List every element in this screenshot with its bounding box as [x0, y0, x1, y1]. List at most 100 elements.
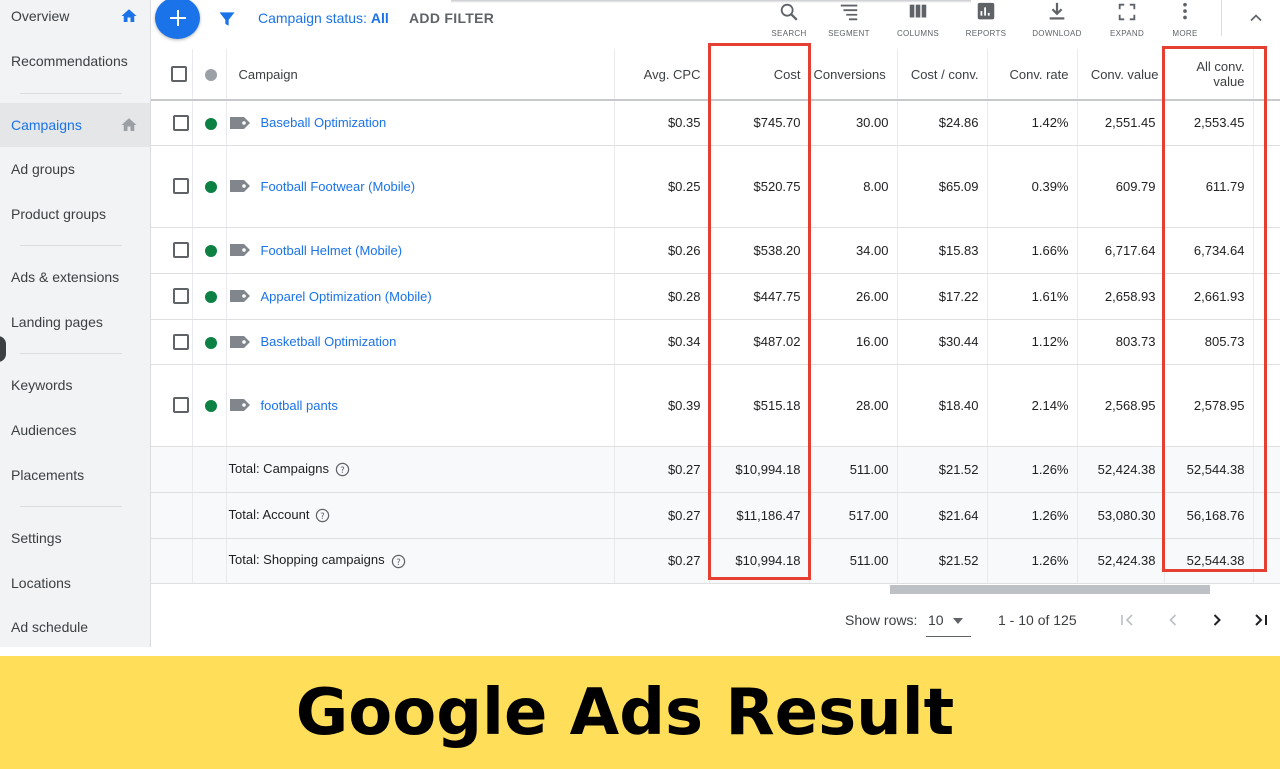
help-icon[interactable]: ?: [335, 462, 350, 477]
select-all-checkbox[interactable]: [171, 66, 187, 83]
sidebar-item-audiences[interactable]: Audiences: [0, 408, 150, 452]
campaign-cell: Football Helmet (Mobile): [226, 227, 615, 274]
enabled-status-dot[interactable]: [204, 245, 217, 258]
sidebar-item-recommendations[interactable]: Recommendations: [0, 39, 150, 83]
tool-label: REPORTS: [965, 29, 1007, 38]
enabled-status-dot[interactable]: [204, 181, 217, 194]
sidebar-item-label: Ad groups: [11, 161, 75, 177]
banner-title: Google Ads Result: [295, 675, 955, 750]
cost-per-conv-cell: $21.52: [897, 538, 988, 584]
sidebar-item-label: Landing pages: [11, 314, 103, 330]
enabled-status-dot[interactable]: [204, 117, 217, 130]
header-avg-cpc[interactable]: Avg. CPC: [614, 49, 710, 101]
header-conv-value[interactable]: Conv. value: [1077, 49, 1165, 101]
sidebar-item-ad-schedule[interactable]: Ad schedule: [0, 605, 150, 649]
sidebar-collapse-handle[interactable]: [0, 336, 6, 362]
row-checkbox[interactable]: [173, 178, 189, 195]
sidebar-item-label: Recommendations: [11, 53, 128, 69]
avg-cpc-cell: $0.28: [614, 273, 710, 320]
header-select-all[interactable]: [151, 49, 193, 101]
header-conversions[interactable]: Conversions: [809, 49, 898, 101]
row-checkbox[interactable]: [173, 288, 189, 305]
filter-icon[interactable]: [217, 9, 237, 29]
campaign-link[interactable]: Apparel Optimization (Mobile): [261, 289, 432, 304]
conversions-cell: 26.00: [809, 273, 898, 320]
campaign-cell: football pants: [226, 364, 615, 447]
tool-label: COLUMNS: [896, 29, 940, 38]
total-label: Total: Shopping campaigns: [228, 552, 385, 568]
campaign-link[interactable]: Basketball Optimization: [261, 334, 397, 349]
sidebar-divider: [20, 506, 122, 507]
campaign-link[interactable]: Football Helmet (Mobile): [261, 243, 403, 258]
sidebar-item-settings[interactable]: Settings: [0, 516, 150, 560]
first-page-icon[interactable]: [1117, 610, 1137, 630]
svg-text:?: ?: [396, 556, 400, 566]
campaign-status-filter[interactable]: Campaign status: All: [258, 10, 389, 26]
header-campaign[interactable]: Campaign: [226, 49, 615, 101]
conv-value-cell: 52,424.38: [1077, 538, 1165, 584]
enabled-status-dot[interactable]: [204, 291, 217, 304]
sidebar-item-label: Ads & extensions: [11, 269, 120, 285]
avg-cpc-cell: $0.26: [614, 227, 710, 274]
pagination-bar: Show rows: 10 1 - 10 of 125: [151, 594, 1280, 647]
sidebar-nav: Overview Recommendations Campaigns Ad gr…: [0, 0, 151, 647]
reports-icon: [977, 2, 995, 20]
conv-value-cell: 2,568.95: [1077, 364, 1165, 447]
expand-button[interactable]: EXPAND: [1095, 0, 1159, 40]
chevron-down-icon[interactable]: [953, 618, 963, 624]
download-button[interactable]: DOWNLOAD: [1025, 0, 1089, 40]
tool-label: SEARCH: [771, 29, 807, 38]
campaign-link[interactable]: Baseball Optimization: [261, 116, 387, 131]
enabled-status-dot[interactable]: [204, 400, 217, 413]
header-conv-rate[interactable]: Conv. rate: [987, 49, 1078, 101]
last-page-icon[interactable]: [1251, 610, 1271, 630]
add-campaign-button[interactable]: [155, 0, 200, 39]
empty-cell: [151, 492, 193, 539]
sidebar-item-campaigns[interactable]: Campaigns: [0, 103, 150, 147]
chevron-right-icon[interactable]: [1207, 610, 1227, 630]
columns-button[interactable]: COLUMNS: [886, 0, 950, 40]
sidebar-item-placements[interactable]: Placements: [0, 453, 150, 497]
search-button[interactable]: SEARCH: [757, 0, 821, 40]
chevron-left-icon[interactable]: [1163, 610, 1183, 630]
chevron-up-icon[interactable]: [1246, 8, 1266, 28]
reports-button[interactable]: REPORTS: [954, 0, 1018, 40]
add-filter-button[interactable]: ADD FILTER: [409, 10, 494, 26]
sidebar-item-label: Ad schedule: [11, 619, 89, 635]
sidebar-item-locations[interactable]: Locations: [0, 561, 150, 605]
tag-icon: [229, 244, 250, 257]
row-checkbox[interactable]: [173, 397, 189, 414]
sidebar-item-keywords[interactable]: Keywords: [0, 363, 150, 407]
select-cell: [151, 273, 193, 320]
cost-per-conv-cell: $21.64: [897, 492, 988, 539]
row-checkbox[interactable]: [173, 115, 189, 132]
empty-cell: [192, 446, 227, 493]
segment-button[interactable]: SEGMENT: [817, 0, 881, 40]
status-cell: [192, 364, 227, 447]
campaign-link[interactable]: football pants: [261, 398, 338, 413]
sidebar-item-landing-pages[interactable]: Landing pages: [0, 300, 150, 344]
total-label-cell: Total: Campaigns?: [226, 446, 615, 493]
header-cost-per-conv[interactable]: Cost / conv.: [897, 49, 988, 101]
help-icon[interactable]: ?: [315, 508, 330, 523]
status-cell: [192, 100, 227, 146]
status-cell: [192, 273, 227, 320]
campaign-cell: Baseball Optimization: [226, 100, 615, 146]
home-icon: [121, 118, 137, 131]
row-checkbox[interactable]: [173, 333, 189, 350]
horizontal-scrollbar[interactable]: [890, 585, 1210, 594]
tool-label: SEGMENT: [828, 29, 870, 38]
select-cell: [151, 100, 193, 146]
row-checkbox[interactable]: [173, 242, 189, 259]
rows-per-page-select[interactable]: 10: [928, 612, 944, 628]
more-button[interactable]: MORE: [1153, 0, 1217, 40]
sidebar-item-product-groups[interactable]: Product groups: [0, 192, 150, 236]
campaign-link[interactable]: Football Footwear (Mobile): [261, 179, 416, 194]
help-icon[interactable]: ?: [391, 554, 406, 569]
enabled-status-dot[interactable]: [204, 336, 217, 349]
sidebar-item-ads-extensions[interactable]: Ads & extensions: [0, 255, 150, 299]
conversions-cell: 517.00: [809, 492, 898, 539]
sidebar-item-ad-groups[interactable]: Ad groups: [0, 147, 150, 191]
conv-value-cell: 609.79: [1077, 145, 1165, 228]
sidebar-item-overview[interactable]: Overview: [0, 0, 150, 38]
